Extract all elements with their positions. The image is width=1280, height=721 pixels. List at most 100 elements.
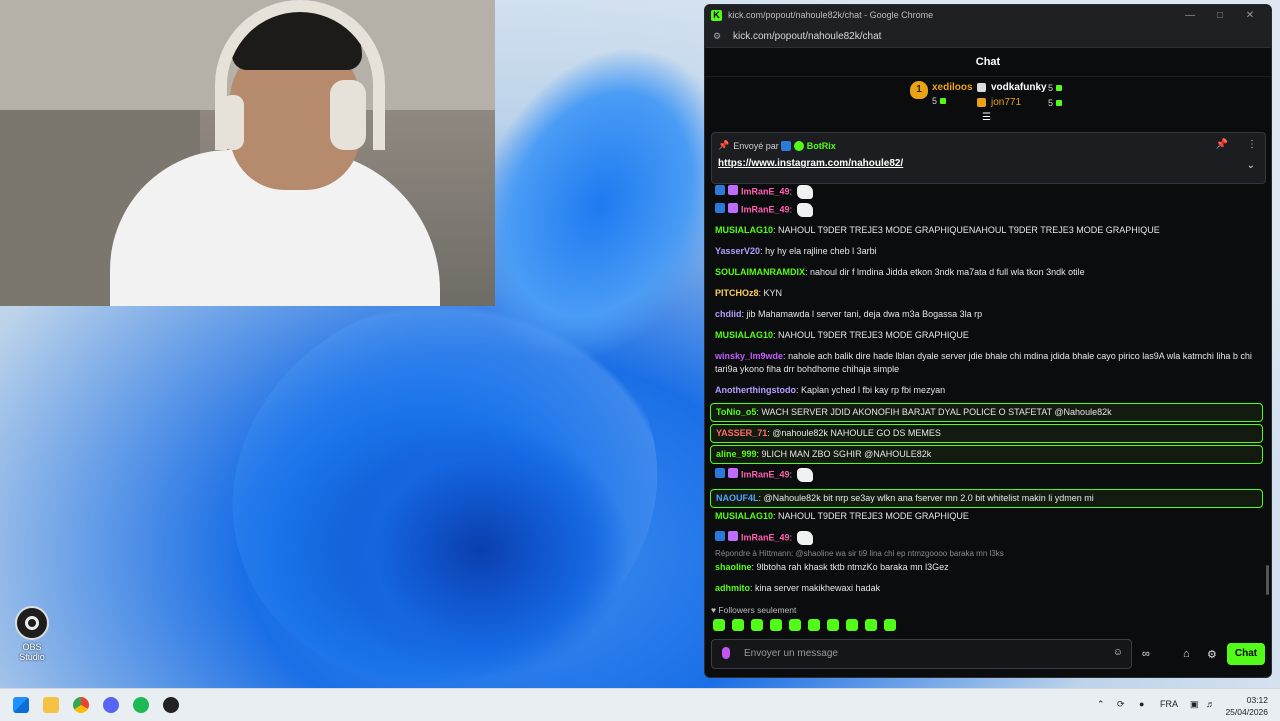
emote-icon (796, 468, 813, 482)
send-chat-button[interactable]: Chat (1227, 643, 1265, 665)
chat-message[interactable]: MUSIALAG10: NAHOUL T9DER TREJE3 MODE GRA… (715, 224, 1263, 237)
collapse-leaderboard-icon[interactable]: ☰ (982, 112, 991, 123)
chat-username[interactable]: ImRanE_49 (741, 469, 790, 479)
kicks-icon[interactable]: ∞ (1142, 648, 1150, 660)
chat-username[interactable]: ImRanE_49 (741, 186, 790, 196)
badge-icon (715, 185, 725, 196)
chat-scrollbar[interactable] (1266, 565, 1269, 595)
chat-username[interactable]: winsky_lm9wde (715, 351, 783, 361)
chat-username[interactable]: ImRanE_49 (741, 532, 790, 542)
chat-message[interactable]: SOULAIMANRAMDIX: nahoul dir f lmdina Jid… (715, 266, 1263, 279)
chat-message[interactable]: ImRanE_49: (715, 185, 1263, 199)
chat-username[interactable]: shaoline (715, 562, 752, 572)
emote-icon[interactable] (846, 619, 858, 631)
gift-gem-icon (1056, 85, 1063, 91)
chat-username[interactable]: aline_999 (716, 449, 757, 459)
chat-username[interactable]: chdiid (715, 309, 742, 319)
message-input[interactable]: Envoyer un message ☺ (711, 639, 1132, 669)
mic-tray-icon[interactable]: ● (1139, 699, 1144, 709)
chat-text: NAHOUL T9DER TREJE3 MODE GRAPHIQUE (778, 330, 969, 340)
obs-taskbar-icon[interactable] (163, 697, 179, 713)
system-clock[interactable]: 03:12 25/04/2026 (1225, 694, 1268, 718)
chat-username[interactable]: PITCHOz8 (715, 288, 759, 298)
obs-studio-desktop-icon[interactable]: OBS Studio (12, 604, 52, 662)
chat-message[interactable]: ToNio_o5: WACH SERVER JDID AKONOFIH BARJ… (710, 403, 1263, 422)
chrome-icon[interactable] (73, 697, 89, 713)
leaderboard-user[interactable]: xediloos (932, 82, 973, 93)
chat-message[interactable]: aline_999: 9LICH MAN ZBO SGHIR @NAHOULE8… (710, 445, 1263, 464)
badge-icon (715, 468, 725, 479)
address-bar[interactable]: ⚙ kick.com/popout/nahoule82k/chat (705, 25, 1271, 48)
emote-icon[interactable] (827, 619, 839, 631)
network-icon[interactable]: ▣ (1190, 699, 1199, 710)
chat-message[interactable]: ImRanE_49: (715, 203, 1263, 217)
emote-icon (796, 203, 813, 217)
chat-username[interactable]: ToNio_o5 (716, 407, 756, 417)
spotify-icon[interactable] (133, 697, 149, 713)
chat-message[interactable]: MUSIALAG10: NAHOUL T9DER TREJE3 MODE GRA… (715, 329, 1263, 342)
chat-message[interactable]: ImRanE_49: (715, 468, 1263, 482)
chat-username[interactable]: Anotherthingstodo (715, 385, 796, 395)
unpin-icon[interactable]: 📌 (1216, 139, 1228, 150)
close-icon[interactable]: ✕ (1235, 10, 1265, 21)
settings-icon[interactable]: ⚙ (1207, 648, 1217, 661)
emote-icon[interactable] (789, 619, 801, 631)
emote-icon[interactable] (770, 619, 782, 631)
maximize-icon[interactable]: □ (1205, 10, 1235, 21)
pinned-header: 📌 Envoyé par BotRix (718, 140, 836, 151)
windows-start-icon[interactable] (13, 697, 29, 713)
minimize-icon[interactable]: — (1175, 10, 1205, 21)
chat-username[interactable]: MUSIALAG10 (715, 511, 773, 521)
mic-icon[interactable] (722, 647, 730, 659)
leaderboard-count: 5 (932, 96, 947, 106)
volume-icon[interactable]: ♬ (1206, 699, 1215, 709)
emote-icon[interactable] (865, 619, 877, 631)
emote-icon[interactable] (751, 619, 763, 631)
sent-by-label: Envoyé par (733, 140, 779, 151)
chat-message[interactable]: adhmito: kina server makikhewaxi hadak (715, 582, 1263, 595)
tray-chevron-icon[interactable]: ⌃ (1097, 699, 1105, 710)
chat-message[interactable]: MUSIALAG10: NAHOUL T9DER TREJE3 MODE GRA… (715, 510, 1263, 523)
file-explorer-icon[interactable] (43, 697, 59, 713)
chevron-down-icon[interactable]: ⌄ (1247, 160, 1255, 171)
chat-username[interactable]: MUSIALAG10 (715, 225, 773, 235)
chat-message[interactable]: Anotherthingstodo: Kaplan yched l fbi ka… (715, 384, 1263, 397)
sync-icon[interactable]: ⟳ (1117, 699, 1125, 710)
language-indicator[interactable]: FRA (1160, 699, 1178, 709)
site-info-icon[interactable]: ⚙ (713, 31, 723, 41)
emote-icon[interactable] (808, 619, 820, 631)
chat-username[interactable]: YasserV20 (715, 246, 760, 256)
chat-message[interactable]: ImRanE_49: (715, 531, 1263, 545)
chat-message[interactable]: shaoline: 9lbtoha rah khask tktb ntmzKo … (715, 561, 1263, 574)
chat-message[interactable]: PITCHOz8: KYN (715, 287, 1263, 300)
chat-message[interactable]: YasserV20: hy hy ela rajline cheb l 3arb… (715, 245, 1263, 258)
discord-icon[interactable] (103, 697, 119, 713)
webcam-overlay (0, 0, 495, 306)
reply-context[interactable]: Répondre à Hittmann: @shaoline wa sir ti… (715, 549, 1004, 558)
chat-username[interactable]: adhmito (715, 583, 750, 593)
pinned-author[interactable]: BotRix (807, 141, 836, 151)
store-icon[interactable]: ⌂ (1183, 648, 1190, 660)
chat-message[interactable]: chdiid: jib Mahamawda l server tani, dej… (715, 308, 1263, 321)
url-text: kick.com/popout/nahoule82k/chat (733, 30, 882, 42)
emote-icon[interactable] (713, 619, 725, 631)
emoji-icon[interactable]: ☺ (1113, 647, 1123, 658)
pinned-link[interactable]: https://www.instagram.com/nahoule82/ (718, 158, 903, 169)
followers-only-label: ♥ Followers seulement (711, 605, 797, 615)
leaderboard-user[interactable]: jon771 (991, 97, 1021, 108)
verified-icon (793, 140, 804, 151)
leaderboard-user[interactable]: vodkafunky (991, 82, 1047, 93)
chat-username[interactable]: MUSIALAG10 (715, 330, 773, 340)
emote-icon (796, 185, 813, 199)
pinned-message: 📌 Envoyé par BotRix https://www.instagra… (711, 132, 1266, 184)
chat-username[interactable]: YASSER_71 (716, 428, 767, 438)
chat-username[interactable]: ImRanE_49 (741, 204, 790, 214)
more-options-icon[interactable]: ⋮ (1247, 139, 1257, 150)
emote-icon[interactable] (884, 619, 896, 631)
chat-message[interactable]: winsky_lm9wde: nahole ach balik dire had… (715, 350, 1263, 376)
chat-username[interactable]: SOULAIMANRAMDIX (715, 267, 805, 277)
emote-icon[interactable] (732, 619, 744, 631)
chat-message[interactable]: YASSER_71: @nahoule82k NAHOULE GO DS MEM… (710, 424, 1263, 443)
chat-username[interactable]: NAOUF4L (716, 493, 759, 503)
chat-message[interactable]: NAOUF4L: @Nahoule82k bit nrp se3ay wlkn … (710, 489, 1263, 508)
